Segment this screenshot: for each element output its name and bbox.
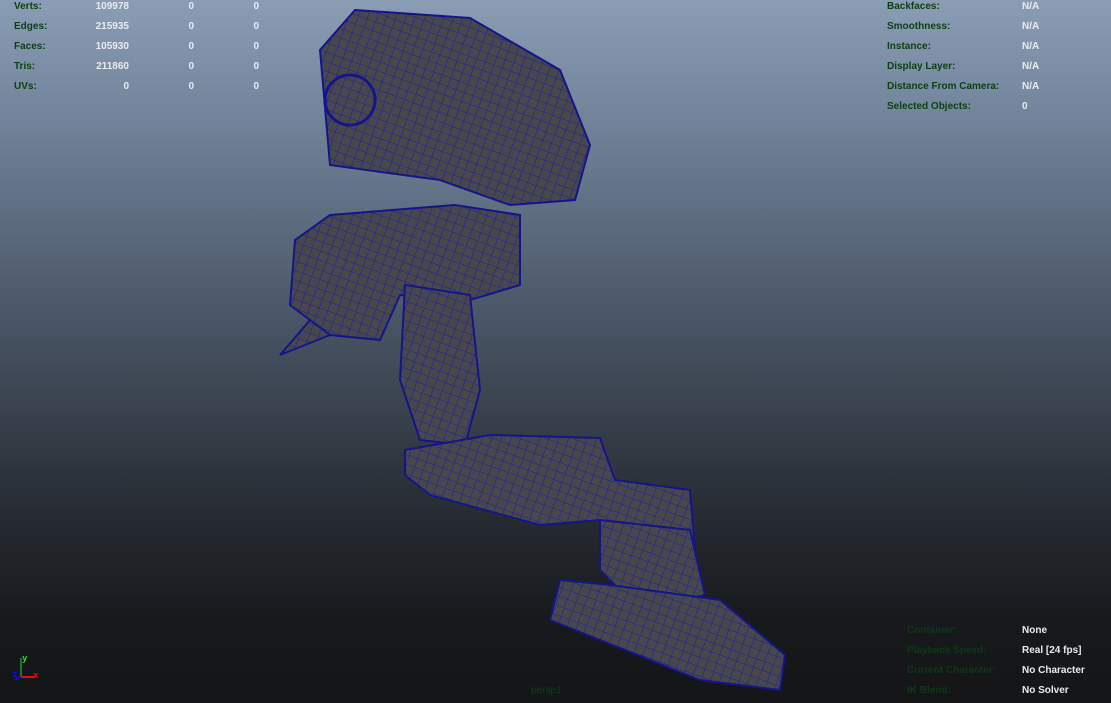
- info-label: Instance:: [887, 41, 931, 52]
- info-label: Container:: [907, 625, 957, 636]
- stat-row-edges: Edges: 215935 0 0: [14, 17, 259, 37]
- info-value: N/A: [1022, 61, 1040, 72]
- stat-value: 0: [253, 81, 259, 92]
- info-label: Display Layer:: [887, 61, 956, 72]
- info-row: Smoothness: N/A: [887, 17, 1039, 37]
- info-row: Playback Speed: Real [24 fps]: [907, 641, 1085, 661]
- stat-value: 0: [253, 21, 259, 32]
- stat-value: 0: [253, 1, 259, 12]
- stat-value: 0: [253, 41, 259, 52]
- stat-value: 109978: [95, 1, 129, 12]
- stat-value: 0: [188, 1, 194, 12]
- info-value: N/A: [1022, 41, 1040, 52]
- info-row: Selected Objects: 0: [887, 97, 1039, 117]
- info-value: No Character: [1022, 665, 1085, 676]
- stat-value: 105930: [95, 41, 129, 52]
- camera-name-label: persp1: [531, 685, 562, 696]
- info-label: Playback Speed:: [907, 645, 987, 656]
- stat-label: UVs:: [14, 81, 37, 92]
- info-row: IK Blend: No Solver: [907, 681, 1085, 701]
- info-row: Instance: N/A: [887, 37, 1039, 57]
- poly-count-hud: Verts: 109978 0 0 Edges: 215935 0 0 Faces: 1059…: [14, 0, 259, 97]
- scene-info-hud: Container: None Playback Speed: Real [24 f…: [907, 621, 1085, 701]
- info-row: Backfaces: N/A: [887, 0, 1039, 17]
- info-label: Backfaces:: [887, 1, 940, 12]
- info-label: Current Character:: [907, 665, 996, 676]
- info-label: Selected Objects:: [887, 101, 971, 112]
- info-row: Distance From Camera: N/A: [887, 77, 1039, 97]
- info-value: N/A: [1022, 81, 1040, 92]
- stat-label: Tris:: [14, 61, 36, 72]
- stat-row-faces: Faces: 105930 0 0: [14, 37, 259, 57]
- info-label: Smoothness:: [887, 21, 951, 32]
- axis-z-label: z: [12, 670, 17, 680]
- info-value: No Solver: [1022, 685, 1069, 696]
- stat-row-tris: Tris: 211860 0 0: [14, 57, 259, 77]
- info-row: Display Layer: N/A: [887, 57, 1039, 77]
- foot: [548, 578, 787, 692]
- stat-value: 215935: [95, 21, 129, 32]
- stat-value: 0: [188, 81, 194, 92]
- info-label: IK Blend:: [907, 685, 951, 696]
- viewport-persp[interactable]: Verts: 109978 0 0 Edges: 215935 0 0 Faces: 1059…: [0, 0, 1111, 703]
- info-value: 0: [1022, 101, 1028, 112]
- axis-x-label: x: [33, 671, 39, 681]
- info-row: Current Character: No Character: [907, 661, 1085, 681]
- stat-value: 0: [253, 61, 259, 72]
- info-label: Distance From Camera:: [887, 81, 1000, 92]
- info-value: None: [1022, 625, 1047, 636]
- stat-value: 0: [188, 41, 194, 52]
- stat-label: Verts:: [14, 1, 42, 12]
- stat-row-uvs: UVs: 0 0 0: [14, 77, 259, 97]
- info-value: N/A: [1022, 21, 1040, 32]
- stat-label: Edges:: [14, 21, 48, 32]
- stat-value: 211860: [96, 61, 129, 72]
- object-info-hud: Backfaces: N/A Smoothness: N/A Instance: N/…: [887, 0, 1039, 117]
- upper-leg: [398, 283, 482, 447]
- stat-value: 0: [123, 81, 129, 92]
- axis-gizmo-icon: y x z: [12, 654, 39, 681]
- stat-value: 0: [188, 21, 194, 32]
- stat-row-verts: Verts: 109978 0 0: [14, 0, 259, 17]
- info-value: N/A: [1022, 1, 1040, 12]
- stat-value: 0: [188, 61, 194, 72]
- info-value: Real [24 fps]: [1022, 645, 1082, 656]
- axis-y-label: y: [22, 654, 28, 664]
- info-row: Container: None: [907, 621, 1085, 641]
- stat-label: Faces:: [14, 41, 46, 52]
